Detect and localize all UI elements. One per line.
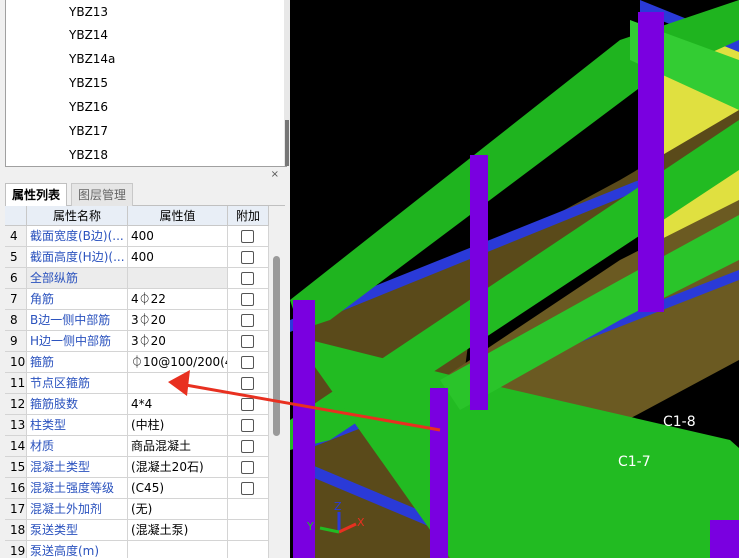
red-arrow-shaft (179, 382, 441, 432)
annotation-overlay (168, 370, 441, 432)
red-arrow-head (168, 370, 190, 396)
